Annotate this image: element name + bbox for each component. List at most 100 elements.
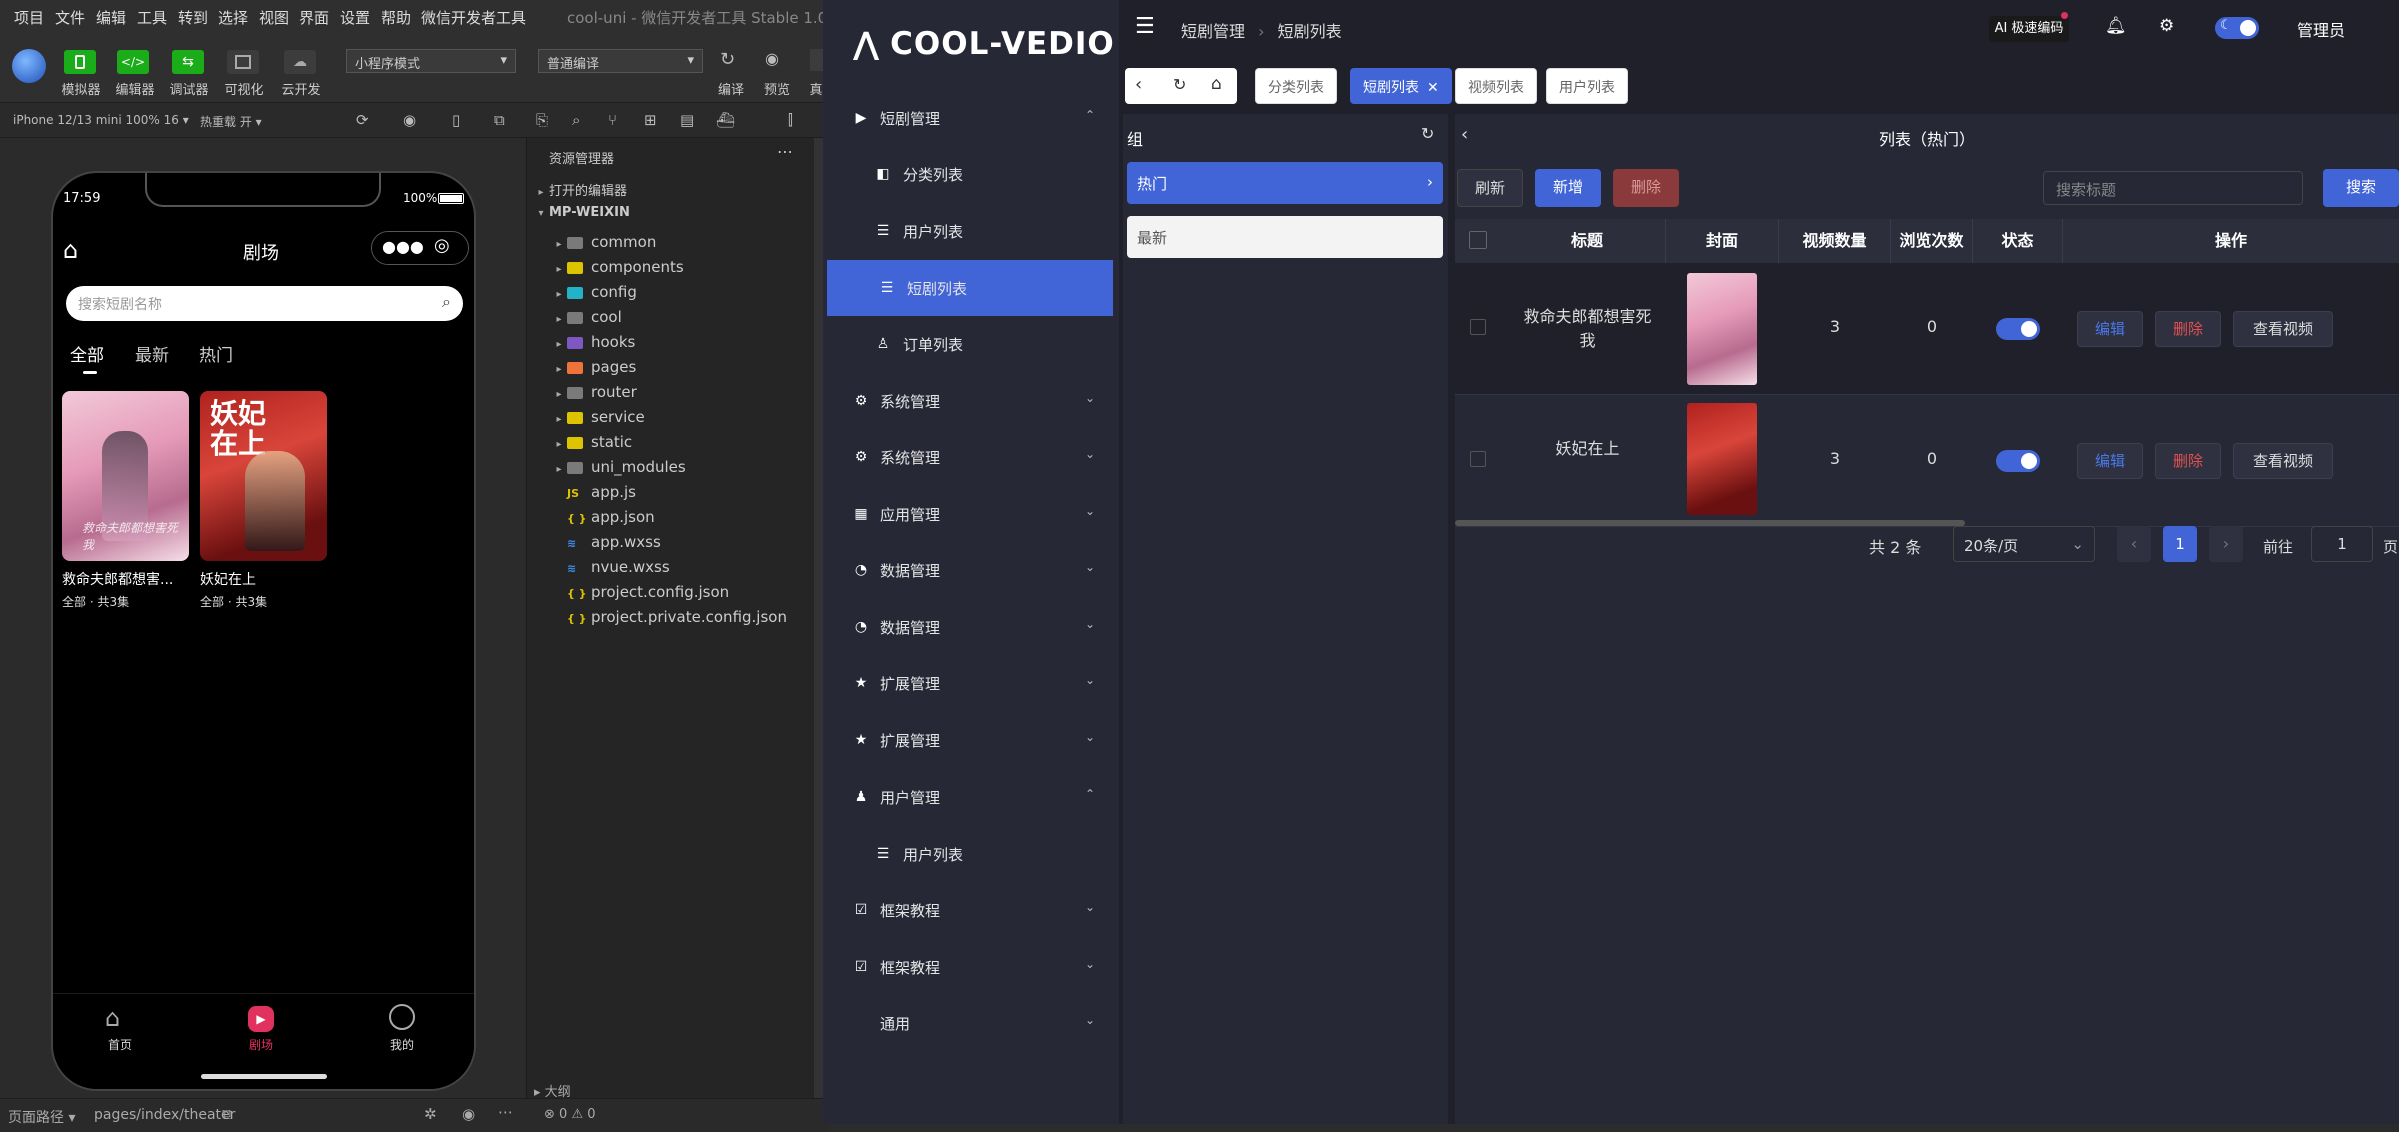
folder-item[interactable]: ▸ router (551, 383, 636, 407)
search-input[interactable]: 搜索标题 (2043, 171, 2303, 205)
menu-item[interactable]: 微信开发者工具 (421, 7, 526, 28)
close-circle-icon[interactable]: ◎ (434, 235, 450, 256)
edit-button[interactable]: 编辑 (2077, 311, 2143, 347)
tag-item[interactable]: 视频列表 (1455, 68, 1537, 104)
page-number-button[interactable]: 1 (2163, 526, 2197, 562)
file-item[interactable]: ≋ app.wxss (567, 533, 661, 557)
editor-toggle-button[interactable]: </> (117, 50, 149, 74)
search-input[interactable]: 搜索短剧名称 ⌕ (66, 286, 463, 321)
cloud-toggle-button[interactable]: ☁ (284, 50, 316, 74)
menu-fold-icon[interactable]: ☰ (1135, 14, 1155, 39)
menu-item[interactable]: 视图 (259, 7, 289, 28)
view-videos-button[interactable]: 查看视频 (2233, 311, 2333, 347)
goto-input[interactable]: 1 (2311, 526, 2373, 562)
sidebar-item[interactable]: ☰ 用户列表 (823, 826, 1119, 882)
folder-item[interactable]: ▸ common (551, 233, 656, 257)
refresh-icon[interactable]: ↻ (1173, 75, 1186, 94)
sidebar-item[interactable]: ▶ 短剧管理 ⌃ (823, 90, 1119, 146)
sidebar-item[interactable]: ☑ 框架教程 ⌄ (823, 939, 1119, 995)
theme-toggle[interactable]: ☾ (2215, 17, 2259, 39)
file-item[interactable]: ≋ nvue.wxss (567, 558, 670, 582)
tag-item[interactable]: 分类列表 (1255, 68, 1337, 104)
nav-mine[interactable]: 我的 (390, 1036, 414, 1053)
sidebar-item[interactable]: ☰ 用户列表 (823, 203, 1119, 259)
status-toggle[interactable] (1996, 318, 2040, 340)
sidebar-item[interactable]: ★ 扩展管理 ⌄ (823, 655, 1119, 711)
compile-mode-select[interactable]: 普通编译 ▾ (538, 49, 703, 73)
menu-item[interactable]: 工具 (137, 7, 167, 28)
project-section[interactable]: ▾ MP-WEIXIN (533, 205, 629, 220)
horizontal-scrollbar[interactable] (1455, 520, 1965, 526)
drama-card-title[interactable]: 妖妃在上 (200, 569, 256, 589)
drama-card-poster[interactable]: 救命夫郎都想害死我 (62, 391, 189, 561)
menu-item[interactable]: 编辑 (96, 7, 126, 28)
next-page-button[interactable]: › (2209, 526, 2243, 562)
search-icon[interactable]: ⌕ (442, 292, 451, 312)
select-all-checkbox[interactable] (1469, 231, 1487, 249)
tab-hot[interactable]: 热门 (199, 341, 233, 366)
realtime-icon[interactable] (810, 49, 824, 71)
split-icon[interactable]: ⫿ (788, 111, 793, 129)
sidebar-item[interactable]: ▦ 应用管理 ⌄ (823, 486, 1119, 542)
view-videos-button[interactable]: 查看视频 (2233, 443, 2333, 479)
folder-item[interactable]: ▸ hooks (551, 333, 635, 357)
copy-icon[interactable]: ⧉ (222, 1105, 233, 1123)
outline-section[interactable]: ▸ 大纲 (534, 1081, 571, 1100)
bug-icon[interactable]: ✲ (424, 1105, 437, 1123)
more-icon[interactable]: ●●● (382, 237, 424, 256)
error-count[interactable]: ⊗ 0 ⚠ 0 (544, 1107, 596, 1122)
row-checkbox[interactable] (1470, 451, 1486, 467)
extensions-icon[interactable]: ⊞ (644, 111, 657, 129)
row-checkbox[interactable] (1470, 319, 1486, 335)
user-name[interactable]: 管理员 (2297, 17, 2345, 41)
status-toggle[interactable] (1996, 450, 2040, 472)
folder-item[interactable]: ▸ config (551, 283, 636, 307)
menu-item[interactable]: 界面 (299, 7, 329, 28)
drama-card-title[interactable]: 救命夫郎都想害... (62, 569, 173, 589)
add-button[interactable]: 新增 (1535, 169, 1601, 207)
group-item[interactable]: 热门 › (1127, 162, 1443, 204)
tag-item[interactable]: 短剧列表 ✕ (1350, 68, 1452, 104)
breadcrumb-item[interactable]: 短剧管理 (1181, 22, 1245, 41)
sidebar-item[interactable]: ⚙ 系统管理 ⌄ (823, 429, 1119, 485)
back-icon[interactable]: ‹ (1135, 74, 1142, 95)
sidebar-item[interactable]: ☰ 短剧列表 (827, 260, 1113, 316)
file-item[interactable]: { } app.json (567, 508, 655, 532)
sidebar-item[interactable]: ◧ 分类列表 (823, 146, 1119, 202)
sidebar-item[interactable]: ♙ 订单列表 (823, 316, 1119, 372)
file-item[interactable]: JS app.js (567, 483, 636, 507)
record-icon[interactable]: ◉ (403, 111, 416, 129)
compile-icon[interactable]: ↻ (720, 49, 742, 71)
hotreload-select[interactable]: 热重载 开 ▾ (200, 113, 262, 130)
capsule-menu[interactable]: ●●● ◎ (371, 231, 469, 265)
window-icon[interactable]: ⧉ (494, 111, 505, 129)
menu-item[interactable]: 帮助 (381, 7, 411, 28)
debug-icon[interactable]: ▤ (680, 111, 694, 129)
file-item[interactable]: { } project.private.config.json (567, 608, 787, 632)
delete-row-button[interactable]: 删除 (2155, 443, 2221, 479)
refresh-icon[interactable]: ↻ (1421, 124, 1434, 143)
cover-image[interactable] (1687, 403, 1757, 515)
sidebar-item[interactable]: ★ 扩展管理 ⌄ (823, 712, 1119, 768)
avatar[interactable] (12, 49, 46, 83)
page-size-select[interactable]: 20条/页 ⌄ (1953, 526, 2095, 562)
nav-home[interactable]: 首页 (108, 1036, 132, 1053)
page-path-select[interactable]: 页面路径 ▾ (8, 1107, 75, 1127)
menu-item[interactable]: 文件 (55, 7, 85, 28)
sidebar-item[interactable]: ◔ 数据管理 ⌄ (823, 542, 1119, 598)
folder-item[interactable]: ▸ service (551, 408, 644, 432)
group-item[interactable]: 最新 (1127, 216, 1443, 258)
bell-icon[interactable]: 🔔︎ (2105, 16, 2127, 36)
search-button[interactable]: 搜索 (2323, 169, 2399, 207)
sidebar-item[interactable]: 通用 ⌄ (823, 995, 1119, 1051)
more-icon[interactable]: ⋯ (777, 142, 793, 161)
drama-card-poster[interactable]: 妖妃在上 (200, 391, 327, 561)
refresh-button[interactable]: 刷新 (1457, 169, 1523, 207)
sidebar-item[interactable]: ♟ 用户管理 ⌃ (823, 769, 1119, 825)
search-icon[interactable]: ⌕ (572, 111, 580, 129)
file-item[interactable]: { } project.config.json (567, 583, 729, 607)
debugger-toggle-button[interactable]: ⇆ (172, 50, 204, 74)
delete-button[interactable]: 删除 (1613, 169, 1679, 207)
phone-icon[interactable]: ▯ (452, 111, 460, 129)
visual-toggle-button[interactable] (227, 50, 259, 74)
